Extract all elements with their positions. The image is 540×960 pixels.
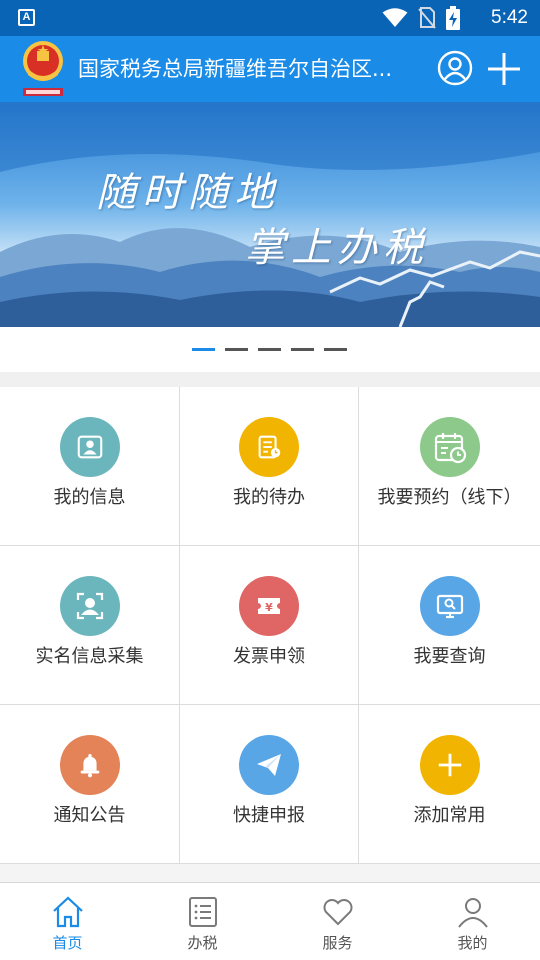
- face-scan-icon: [59, 576, 120, 636]
- status-icons: [382, 6, 460, 30]
- heart-icon: [321, 895, 355, 929]
- grid-item-label: 我要查询: [413, 646, 486, 667]
- grid-item-label: 快捷申报: [233, 805, 305, 826]
- banner-slogan-line1: 随时随地: [96, 170, 280, 216]
- svg-text:¥: ¥: [265, 601, 273, 614]
- nav-tab-home[interactable]: 首页: [0, 883, 135, 960]
- tax-emblem-logo: [23, 41, 63, 96]
- section-divider: [0, 864, 540, 883]
- grid-item-label: 实名信息采集: [35, 646, 144, 667]
- plus-icon[interactable]: [485, 50, 523, 88]
- nav-tab-list[interactable]: 办税: [135, 883, 270, 960]
- list-icon: [186, 895, 220, 929]
- grid-item-todo[interactable]: 我的待办: [180, 387, 359, 546]
- nav-tab-label: 首页: [52, 934, 83, 952]
- status-time: 5:42: [491, 7, 528, 28]
- search-screen-icon: [419, 576, 480, 636]
- app-title: 国家税务总局新疆维吾尔自治区...: [78, 57, 393, 81]
- nav-tab-label: 办税: [187, 934, 218, 952]
- grid-item-label: 添加常用: [413, 805, 486, 826]
- battery-charging-icon: [446, 6, 460, 30]
- person-icon: [456, 895, 490, 929]
- no-sim-icon: [418, 7, 436, 29]
- grid-item-label: 我的信息: [53, 487, 126, 508]
- app-notification-icon: A: [18, 9, 35, 26]
- plus-icon: [419, 735, 480, 795]
- service-grid: 我的信息 我的待办 我要预约（线下） 实名信息采集 ¥ 发票申领 我要查询通知公告 快捷申报 添…: [0, 387, 540, 864]
- grid-item-face-scan[interactable]: 实名信息采集: [0, 546, 180, 705]
- banner-slogan-line2: 掌上办税: [245, 225, 429, 271]
- section-divider: [0, 372, 540, 387]
- paper-plane-icon: [239, 735, 299, 795]
- invoice-icon: ¥: [239, 576, 299, 636]
- grid-item-label: 我的待办: [233, 487, 305, 508]
- pager-dot: [324, 348, 347, 351]
- grid-item-label: 我要预约（线下）: [377, 487, 522, 508]
- todo-icon: [239, 417, 299, 477]
- pager-dot: [192, 348, 215, 351]
- promo-banner[interactable]: 随时随地 掌上办税: [0, 102, 540, 327]
- pager-dot: [258, 348, 281, 351]
- banner-pager: [0, 327, 540, 372]
- user-info-icon: [59, 417, 120, 477]
- grid-item-plus[interactable]: 添加常用: [359, 705, 540, 864]
- bottom-nav: 首页 办税 服务 我的: [0, 883, 540, 960]
- home-icon: [51, 895, 85, 929]
- pager-dots: [192, 348, 347, 351]
- grid-item-search-screen[interactable]: 我要查询: [359, 546, 540, 705]
- grid-item-label: 发票申领: [233, 646, 305, 667]
- nav-tab-label: 我的: [457, 934, 488, 952]
- grid-item-user-info[interactable]: 我的信息: [0, 387, 180, 546]
- user-icon[interactable]: [437, 50, 473, 86]
- grid-item-paper-plane[interactable]: 快捷申报: [180, 705, 359, 864]
- status-bar: A 5:42: [0, 0, 540, 36]
- calendar-clock-icon: [419, 417, 480, 477]
- pager-dot: [291, 348, 314, 351]
- pager-dot: [225, 348, 248, 351]
- wifi-icon: [382, 8, 408, 27]
- grid-item-calendar-clock[interactable]: 我要预约（线下）: [359, 387, 540, 546]
- app-header: 国家税务总局新疆维吾尔自治区...: [0, 36, 540, 102]
- nav-tab-label: 服务: [322, 934, 353, 952]
- grid-item-invoice[interactable]: ¥ 发票申领: [180, 546, 359, 705]
- grid-item-bell[interactable]: 通知公告: [0, 705, 180, 864]
- nav-tab-heart[interactable]: 服务: [270, 883, 405, 960]
- bell-icon: [59, 735, 120, 795]
- nav-tab-person[interactable]: 我的: [405, 883, 540, 960]
- grid-item-label: 通知公告: [53, 805, 126, 826]
